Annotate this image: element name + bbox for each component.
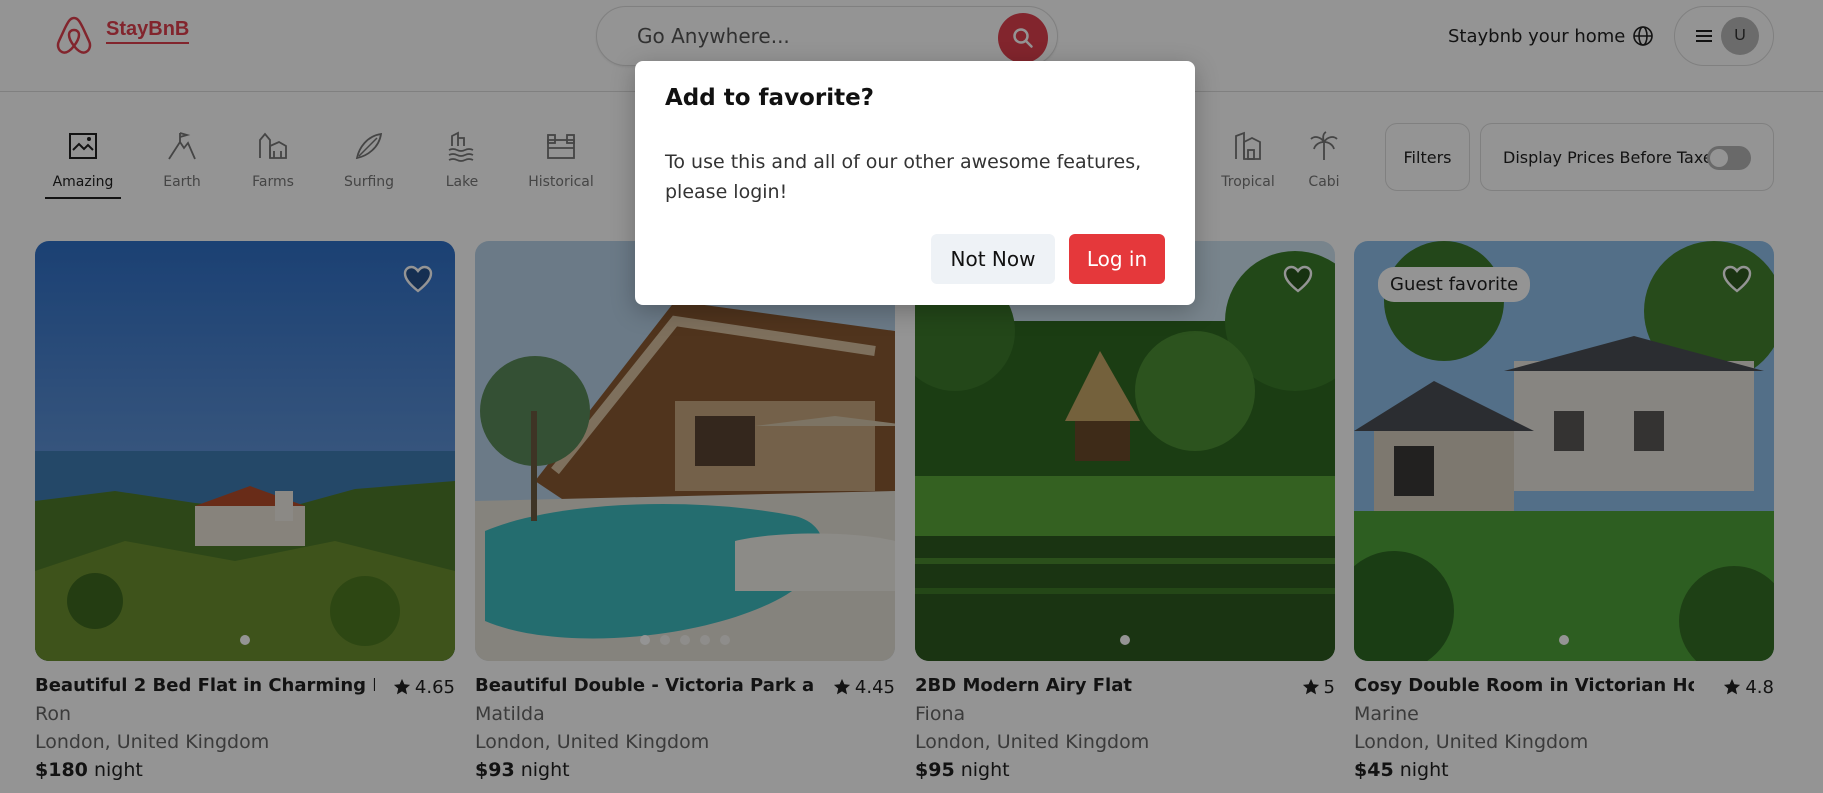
log-in-button[interactable]: Log in (1069, 234, 1165, 284)
dialog-title: Add to favorite? (665, 85, 875, 111)
dialog-message: To use this and all of our other awesome… (665, 151, 1142, 203)
not-now-button[interactable]: Not Now (931, 234, 1055, 284)
add-to-favorite-dialog: Add to favorite? To use this and all of … (635, 61, 1195, 305)
